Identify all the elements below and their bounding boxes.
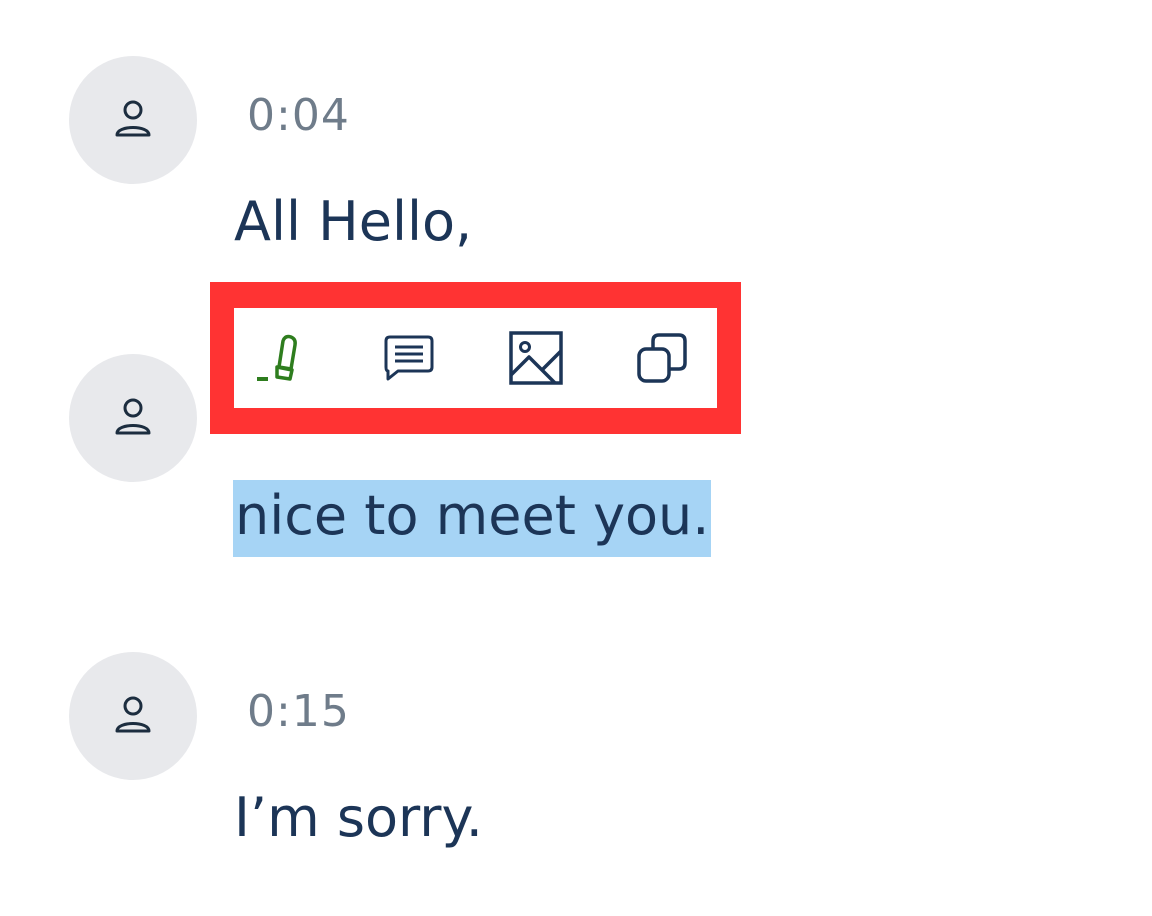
copy-button[interactable] xyxy=(630,326,694,390)
user-icon xyxy=(115,398,151,435)
avatar xyxy=(69,354,197,482)
transcript-line[interactable]: I’m sorry. xyxy=(234,786,483,849)
transcript-line-selected[interactable]: nice to meet you. xyxy=(233,480,712,557)
copy-icon xyxy=(637,333,687,383)
message-timestamp: 0:15 xyxy=(247,686,350,737)
selection-toolbar xyxy=(234,308,717,408)
avatar xyxy=(69,56,197,184)
transcript-line[interactable]: All Hello, xyxy=(234,190,472,253)
avatar xyxy=(69,652,197,780)
message-timestamp: 0:04 xyxy=(247,90,350,141)
text-selection: nice to meet you. xyxy=(233,480,712,557)
highlighter-icon xyxy=(257,334,297,381)
image-button[interactable] xyxy=(504,326,568,390)
selection-toolbar-focus-frame xyxy=(210,282,741,434)
user-icon xyxy=(115,696,151,733)
comment-button[interactable] xyxy=(377,326,441,390)
highlight-button[interactable] xyxy=(248,326,312,390)
comment-icon xyxy=(384,335,434,381)
user-icon xyxy=(115,100,151,137)
image-icon xyxy=(509,331,563,385)
